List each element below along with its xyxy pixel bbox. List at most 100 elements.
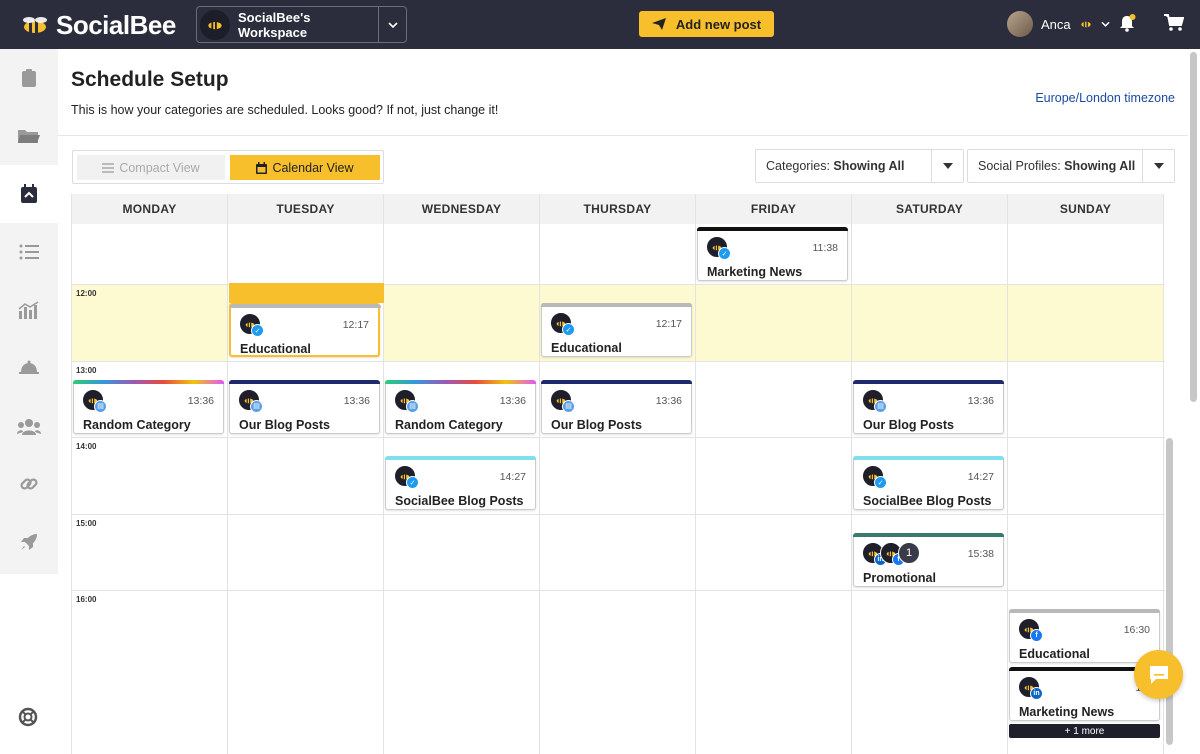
slot-category: Our Blog Posts [239,417,330,432]
category-color-bar [853,379,1004,384]
page-title: Schedule Setup [71,68,229,91]
category-color-bar [541,303,692,307]
schedule-slot-card[interactable]: in f 1 15:38 Promotional [853,532,1004,587]
user-menu[interactable]: Anca [1007,11,1110,37]
slot-category: Random Category [395,417,503,432]
schedule-slot-card[interactable]: ✓ 14:27 SocialBee Blog Posts [853,456,1004,510]
day-column-divider [383,224,384,754]
link-icon [20,478,38,490]
add-new-post-label: Add new post [675,16,762,32]
workspace-avatar [200,9,230,40]
profile-avatars: ✓ [394,465,419,489]
sidebar-item-queue[interactable] [0,223,58,281]
day-column-divider [1007,224,1008,754]
workspace-dropdown-button[interactable] [378,7,406,42]
page-scrollbar[interactable] [1190,52,1197,402]
sidebar-item-content[interactable] [0,49,58,107]
notifications-button[interactable] [1118,14,1136,37]
brand-logo[interactable]: SocialBee [20,10,176,41]
cart-button[interactable] [1164,14,1185,37]
avatar [1007,11,1033,37]
day-header-thursday: THURSDAY [540,194,696,224]
day-column-divider [539,224,540,754]
schedule-slot-card[interactable]: ✓ 14:27 SocialBee Blog Posts [385,456,536,510]
category-color-bar [230,304,381,308]
linkedin-icon: in [1030,687,1043,700]
hour-label: 16:00 [76,595,97,604]
hour-divider [72,590,1165,591]
bee-logo-icon [23,16,47,33]
sidebar-item-team[interactable] [0,397,58,455]
social-profiles-filter[interactable]: Social Profiles: Showing All [967,149,1175,183]
category-color-bar [697,227,848,231]
schedule-slot-card[interactable]: ▤ 13:36 Our Blog Posts [229,379,380,434]
slot-time: 13:36 [499,394,526,407]
category-color-bar [385,456,536,460]
chevron-down-icon [387,21,398,28]
category-color-bar [853,456,1004,460]
slot-time: 16:30 [1123,624,1150,636]
slot-time: 14:27 [499,471,526,483]
sidebar-item-categories[interactable] [0,107,58,165]
day-column-divider [695,224,696,754]
header-divider [58,135,1188,136]
day-column-divider [851,224,852,754]
profile-avatar: ▤ [394,388,419,413]
hour-label: 14:00 [76,442,97,451]
slot-time: 15:38 [967,547,994,560]
help-button[interactable] [18,707,38,732]
hour-divider [72,437,1165,438]
chevron-down-icon [1101,21,1110,27]
schedule-slot-card[interactable]: ▤ 13:36 Our Blog Posts [853,379,1004,434]
analytics-icon [18,301,39,319]
schedule-slot-card[interactable]: ▤ 13:36 Our Blog Posts [541,379,692,434]
schedule-slot-card[interactable]: ▤ 13:36 Random Category [385,379,536,434]
slot-category: Promotional [863,570,936,585]
schedule-slot-card[interactable]: ▤ 13:36 Random Category [73,379,224,434]
more-slots-button[interactable]: + 1 more [1009,724,1160,738]
day-header-wednesday: WEDNESDAY [384,194,540,224]
hour-divider [72,360,1165,362]
bell-icon [1120,14,1136,32]
sidebar-item-concierge[interactable] [0,339,58,397]
social-profiles-dropdown-button[interactable] [1142,150,1174,182]
sidebar-item-growth[interactable] [0,513,58,571]
schedule-slot-card[interactable]: ✓ 12:17 Educational [541,303,692,357]
profile-avatars: in [1018,676,1043,700]
chat-button[interactable] [1134,650,1183,699]
profile-avatars: ▤ [550,388,575,413]
schedule-slot-card[interactable]: ✓ 11:38 Marketing News [697,227,848,281]
schedule-calendar: MONDAY TUESDAY WEDNESDAY THURSDAY FRIDAY SATU… [71,194,1165,754]
cloche-icon [19,360,39,374]
slot-category: Marketing News [707,265,803,279]
profile-avatars: ✓ [706,236,731,260]
profile-avatar: ▤ [550,388,575,413]
add-new-post-button[interactable]: Add new post [639,11,774,37]
bee-badge-icon [1080,21,1091,28]
sidebar-item-schedule[interactable] [0,165,58,223]
blog-icon: ▤ [562,399,575,413]
twitter-icon: ✓ [562,323,575,336]
sidebar-item-integrations[interactable] [0,455,58,513]
calendar-view-button[interactable]: Calendar View [230,155,380,180]
compact-view-button[interactable]: Compact View [77,155,225,180]
main-content: Schedule Setup This is how your categori… [58,49,1188,754]
workspace-selector[interactable]: SocialBee's Workspace [196,6,407,43]
schedule-slot-card[interactable]: f 16:30 Educational [1009,609,1160,663]
highlighted-hour-row [384,284,1164,361]
schedule-slot-card[interactable]: ✓ 12:17 Educational [229,283,384,357]
hour-divider [72,513,1165,515]
sidebar-item-analytics[interactable] [0,281,58,339]
slot-time: 13:36 [967,394,994,407]
categories-dropdown-button[interactable] [931,150,963,182]
profile-avatar: in [1018,676,1043,700]
timezone-link[interactable]: Europe/London timezone [1035,91,1175,105]
blog-icon: ▤ [250,399,263,413]
category-color-bar [541,379,692,384]
profile-avatars: ✓ [862,465,887,489]
category-color-bar [73,379,224,384]
profile-avatars: ▤ [394,388,419,413]
caret-down-icon [1153,163,1164,169]
calendar-scrollbar[interactable] [1166,438,1173,745]
categories-filter[interactable]: Categories: Showing All [755,149,964,183]
